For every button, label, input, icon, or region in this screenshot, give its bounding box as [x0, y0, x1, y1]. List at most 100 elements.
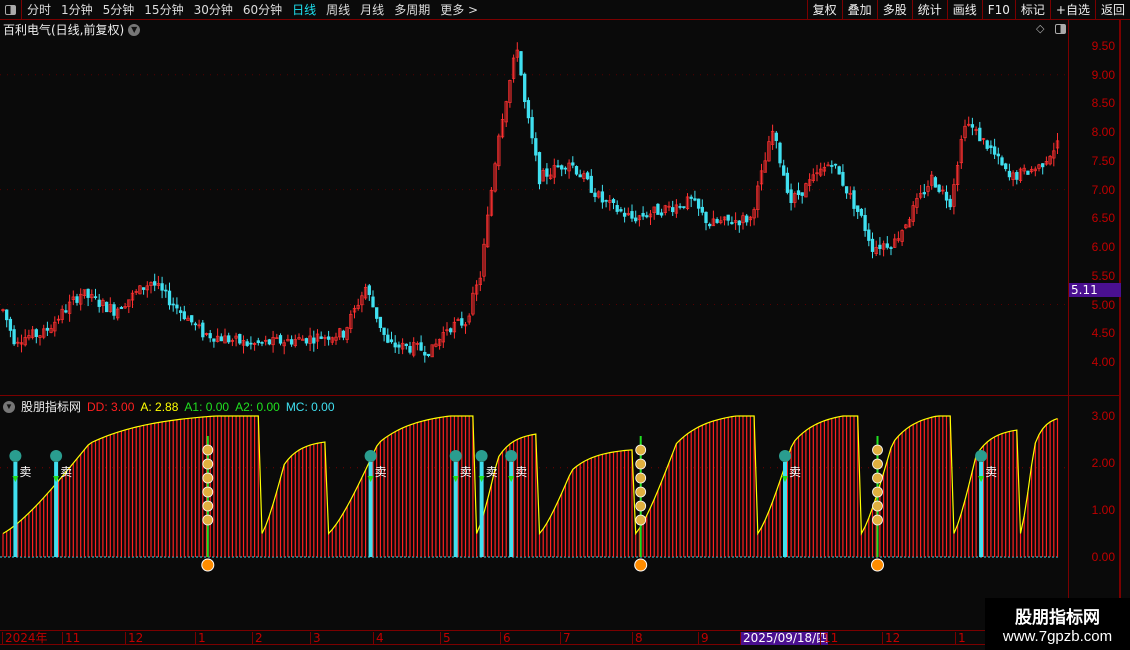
candle-body: [367, 285, 371, 295]
candle-body: [571, 162, 575, 166]
candle-body: [696, 198, 701, 209]
candle-body: [659, 212, 664, 216]
date-label: 12: [125, 632, 143, 645]
candle-body: [578, 174, 582, 178]
price-tick: 4.50: [1091, 326, 1115, 341]
candle-body: [256, 340, 260, 344]
sell-signal-icon: [779, 450, 791, 462]
indicator-name[interactable]: 股朋指标网: [21, 398, 81, 415]
date-label: 9: [698, 632, 709, 645]
candle-body: [800, 192, 804, 196]
money-bag-icon: [635, 500, 647, 512]
sell-label: 卖: [789, 465, 801, 479]
money-bag-icon: [872, 472, 883, 484]
candle-body: [190, 315, 194, 323]
candle-body: [526, 100, 531, 119]
candle-body: [693, 198, 697, 201]
candle-body: [937, 184, 941, 192]
candle-body: [844, 186, 849, 194]
date-label: 1: [955, 632, 966, 645]
candle-body: [93, 296, 98, 299]
candle-body: [86, 288, 90, 298]
candle-body: [689, 196, 693, 199]
money-bag-icon: [872, 458, 883, 470]
chart-canvas[interactable]: 卖卖卖卖卖卖卖卖: [0, 0, 1068, 630]
price-tick: 6.00: [1091, 240, 1115, 255]
candle-body: [64, 310, 68, 313]
candle-body: [460, 318, 464, 326]
candle-body: [708, 223, 712, 227]
money-bag-icon: [872, 486, 883, 498]
panel-divider: [0, 395, 1120, 396]
current-price-tag: 5.11: [1069, 283, 1121, 297]
candle-body: [774, 132, 778, 141]
price-tick: 7.50: [1091, 153, 1115, 168]
candle-body: [289, 339, 294, 345]
candle-body: [201, 322, 205, 338]
candle-body: [534, 138, 538, 156]
candle-body: [212, 338, 216, 342]
candle-body: [182, 311, 186, 320]
price-tick: 7.00: [1091, 182, 1115, 197]
price-tick: 8.00: [1091, 125, 1115, 140]
candle-body: [5, 309, 9, 321]
money-bag-icon: [872, 514, 883, 526]
sell-label: 卖: [985, 465, 997, 479]
candle-body: [574, 166, 579, 175]
sell-label: 卖: [375, 465, 387, 479]
watermark: 股朋指标网 www.7gpzb.com: [985, 598, 1130, 650]
candle-body: [227, 335, 231, 343]
money-bag-icon: [202, 472, 214, 484]
candle-body: [634, 217, 638, 222]
candle-body: [789, 189, 793, 203]
candle-body: [545, 168, 549, 177]
candle-body: [153, 281, 157, 286]
candle-body: [726, 214, 730, 221]
watermark-title: 股朋指标网: [1015, 608, 1100, 628]
price-tick: 5.00: [1091, 297, 1115, 312]
money-bag-icon: [635, 514, 647, 526]
candle-body: [996, 153, 1000, 157]
tool-button[interactable]: 返回: [1094, 0, 1130, 20]
candle-body: [922, 192, 926, 195]
candle-body: [393, 342, 397, 348]
candle-body: [560, 165, 564, 170]
candle-body: [1026, 170, 1030, 175]
candle-body: [992, 146, 997, 155]
candle-body: [700, 206, 704, 213]
candle-body: [933, 177, 938, 188]
sell-label: 卖: [19, 465, 31, 479]
candle-body: [730, 222, 734, 225]
candle-body: [141, 287, 146, 290]
candle-body: [1015, 172, 1019, 180]
price-tick: 9.50: [1091, 39, 1115, 53]
candle-body: [856, 205, 860, 212]
candle-body: [645, 215, 649, 218]
candle-body: [837, 166, 841, 175]
sell-label: 卖: [515, 465, 527, 479]
date-label: 1: [195, 632, 206, 645]
candle-body: [319, 336, 323, 339]
candle-body: [563, 167, 568, 170]
date-axis: 2024年 11 12 1 2 3 4 5 6 7 8 9 2025/09/18/四 11 12 1: [0, 630, 1068, 645]
candle-body: [238, 333, 242, 344]
candle-body: [870, 238, 875, 252]
money-bag-icon: [202, 444, 214, 456]
candle-body: [45, 327, 50, 331]
price-tick: 5.50: [1091, 268, 1115, 283]
indicator-tick: 0.00: [1091, 550, 1115, 564]
candle-body: [449, 328, 453, 333]
candle-body: [656, 203, 660, 215]
candle-body: [796, 190, 801, 195]
down-arrow-icon: [478, 476, 485, 482]
chevron-down-icon[interactable]: ▼: [3, 400, 15, 413]
buy-signal-icon: [871, 558, 884, 572]
candle-body: [304, 338, 309, 344]
candle-body: [312, 337, 316, 344]
candle-body: [249, 342, 253, 345]
candle-body: [75, 296, 79, 303]
sell-signal-icon: [475, 450, 488, 462]
candle-body: [408, 345, 412, 353]
candle-body: [245, 341, 249, 346]
a1-value: A1: 0.00: [184, 399, 230, 414]
